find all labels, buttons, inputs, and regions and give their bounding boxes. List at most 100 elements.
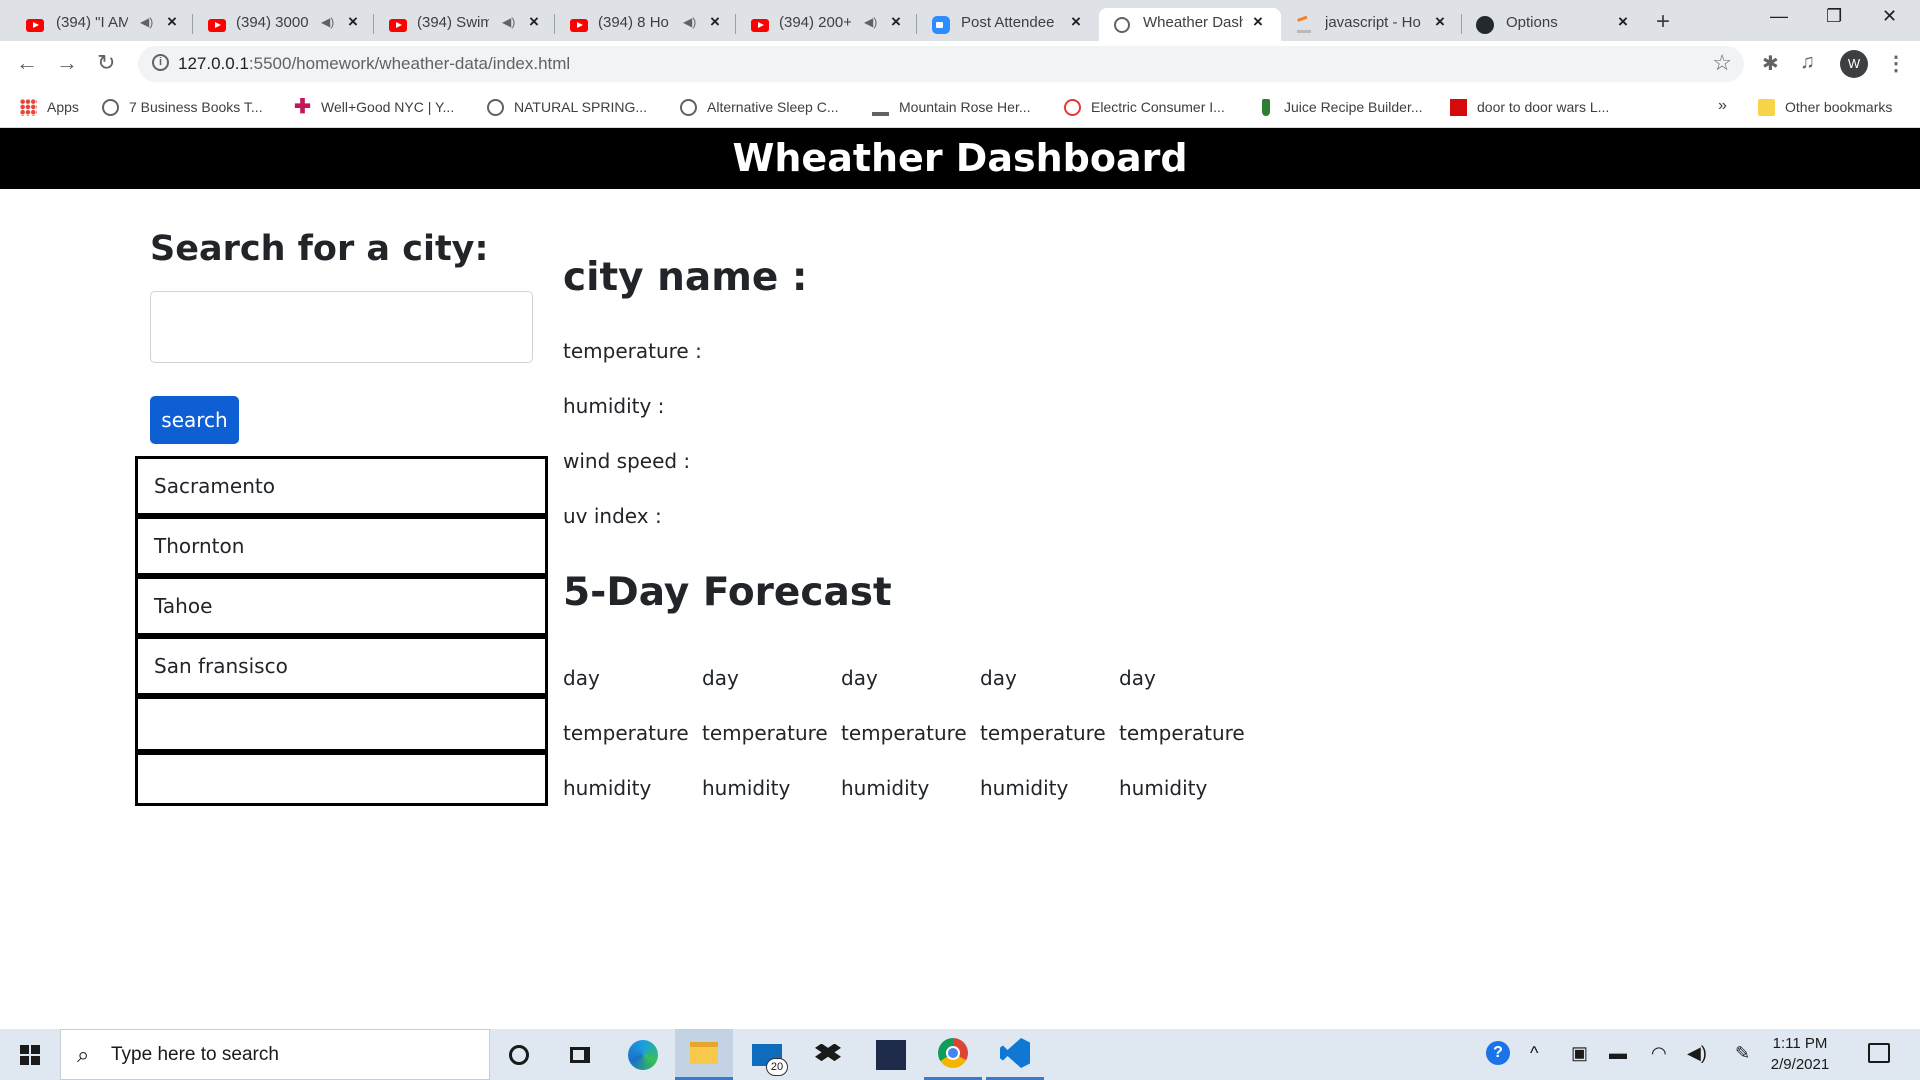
file-explorer-icon[interactable]: [675, 1029, 733, 1080]
other-bookmarks[interactable]: Other bookmarks: [1758, 95, 1892, 119]
speaker-icon[interactable]: ◀): [140, 15, 153, 29]
notifications-icon[interactable]: [1868, 1043, 1890, 1063]
chrome-icon[interactable]: [924, 1029, 982, 1080]
history-item[interactable]: [135, 696, 548, 752]
minimize-icon[interactable]: —: [1770, 6, 1788, 27]
close-tab-icon[interactable]: ×: [1614, 12, 1632, 32]
circle-icon: [1064, 98, 1081, 116]
history-item[interactable]: Thornton: [135, 516, 548, 576]
forecast-day-card: day temperature humidity: [980, 665, 1119, 830]
dropbox-icon[interactable]: [799, 1029, 857, 1080]
mail-badge: 20: [766, 1057, 788, 1076]
tab-title: Post Attendee: [961, 14, 1055, 31]
site-info-icon[interactable]: i: [152, 54, 169, 71]
close-tab-icon[interactable]: ×: [1067, 12, 1085, 32]
city-search-input[interactable]: [150, 291, 533, 363]
battery-icon[interactable]: ▬: [1609, 1043, 1627, 1064]
meet-now-icon[interactable]: ▣: [1571, 1043, 1588, 1064]
bookmark-apps[interactable]: Apps: [20, 95, 79, 119]
bookmark-item[interactable]: Mountain Rose Her...: [872, 95, 1031, 119]
taskbar-search-box[interactable]: ⌕ Type here to search: [60, 1029, 490, 1080]
forecast-day: day: [980, 666, 1017, 690]
browser-tab[interactable]: (394) 8 Ho ◀) ×: [543, 8, 725, 41]
bookmark-item[interactable]: door to door wars L...: [1450, 95, 1609, 119]
browser-tab[interactable]: (394) Swim ◀) ×: [362, 8, 544, 41]
forward-icon[interactable]: →: [56, 50, 78, 76]
globe-icon: [102, 98, 119, 116]
help-icon[interactable]: ?: [1486, 1041, 1510, 1065]
speaker-icon[interactable]: ◀): [321, 15, 334, 29]
volume-icon[interactable]: ◀): [1687, 1043, 1707, 1064]
history-item[interactable]: [135, 752, 548, 806]
powershell-icon[interactable]: [862, 1029, 920, 1080]
profile-avatar[interactable]: W: [1840, 50, 1868, 78]
task-view-icon[interactable]: [551, 1029, 609, 1080]
bookmark-item[interactable]: 7 Business Books T...: [102, 95, 263, 119]
history-item[interactable]: Sacramento: [135, 456, 548, 516]
system-clock[interactable]: 1:11 PM 2/9/2021: [1755, 1033, 1845, 1075]
speaker-icon[interactable]: ◀): [502, 15, 515, 29]
wifi-icon[interactable]: ◠: [1651, 1043, 1667, 1064]
new-tab-icon[interactable]: +: [1656, 8, 1670, 36]
close-tab-icon[interactable]: ×: [706, 12, 724, 32]
close-tab-icon[interactable]: ×: [344, 12, 362, 32]
browser-tab-strip: (394) "I AM ◀) × (394) 3000 ◀) × (394) S…: [0, 0, 1920, 41]
more-bookmarks-icon[interactable]: »: [1718, 97, 1727, 115]
browser-tab-active[interactable]: Wheather Dash ×: [1099, 8, 1281, 41]
city-name-heading: city name :: [563, 255, 808, 300]
close-tab-icon[interactable]: ×: [525, 12, 543, 32]
chrome-menu-icon[interactable]: ⋮: [1886, 51, 1906, 76]
bookmark-item[interactable]: NATURAL SPRING...: [487, 95, 647, 119]
forecast-day: day: [702, 666, 739, 690]
forecast-temperature: temperature: [1119, 721, 1245, 745]
forecast-temperature: temperature: [980, 721, 1106, 745]
browser-tab[interactable]: (394) "I AM ◀) ×: [0, 8, 182, 41]
history-item[interactable]: Tahoe: [135, 576, 548, 636]
url-text[interactable]: 127.0.0.1:5500/homework/wheather-data/in…: [178, 54, 570, 74]
show-hidden-icons-icon[interactable]: ^: [1530, 1043, 1538, 1064]
close-tab-icon[interactable]: ×: [887, 12, 905, 32]
bookmark-label: Electric Consumer I...: [1091, 99, 1225, 115]
bookmark-item[interactable]: Juice Recipe Builder...: [1258, 95, 1423, 119]
restore-icon[interactable]: ❐: [1826, 6, 1842, 27]
history-item[interactable]: San fransisco: [135, 636, 548, 696]
browser-tab[interactable]: Options ×: [1462, 8, 1644, 41]
cortana-icon[interactable]: [490, 1029, 548, 1080]
url-path: :5500/homework/wheather-data/index.html: [248, 54, 571, 73]
media-controls-icon[interactable]: ♫: [1800, 51, 1815, 74]
globe-icon: [680, 98, 697, 116]
tab-title: javascript - Ho: [1325, 14, 1421, 31]
mail-icon[interactable]: 20: [738, 1029, 796, 1080]
browser-tab[interactable]: Post Attendee ×: [905, 8, 1087, 41]
close-tab-icon[interactable]: ×: [163, 12, 181, 32]
bookmark-label: Well+Good NYC | Y...: [321, 99, 455, 115]
close-tab-icon[interactable]: ×: [1249, 12, 1267, 32]
bookmark-item[interactable]: Electric Consumer I...: [1064, 95, 1225, 119]
search-button[interactable]: search: [150, 396, 239, 444]
windows-start-icon[interactable]: [20, 1045, 40, 1065]
humidity-label: humidity :: [563, 394, 665, 418]
address-bar[interactable]: i 127.0.0.1:5500/homework/wheather-data/…: [138, 46, 1744, 82]
speaker-icon[interactable]: ◀): [864, 15, 877, 29]
search-heading: Search for a city:: [150, 229, 489, 269]
browser-tab[interactable]: javascript - Ho ×: [1281, 8, 1463, 41]
bookmark-item[interactable]: ✚ Well+Good NYC | Y...: [294, 95, 454, 119]
pen-icon[interactable]: ✎: [1735, 1043, 1750, 1064]
speaker-icon[interactable]: ◀): [683, 15, 696, 29]
extensions-icon[interactable]: ✱: [1762, 51, 1779, 76]
close-tab-icon[interactable]: ×: [1431, 12, 1449, 32]
browser-tab[interactable]: (394) 200+ ◀) ×: [724, 8, 906, 41]
bookmark-star-icon[interactable]: ☆: [1712, 50, 1732, 76]
edge-icon[interactable]: [614, 1029, 672, 1080]
browser-tab[interactable]: (394) 3000 ◀) ×: [181, 8, 363, 41]
folder-icon: [1758, 98, 1775, 116]
reload-icon[interactable]: ↻: [97, 50, 115, 76]
window-close-icon[interactable]: ✕: [1882, 6, 1897, 27]
bookmarks-bar: Apps 7 Business Books T... ✚ Well+Good N…: [0, 88, 1920, 128]
clock-time: 1:11 PM: [1772, 1035, 1828, 1052]
back-icon[interactable]: ←: [16, 50, 38, 76]
bookmark-item[interactable]: Alternative Sleep C...: [680, 95, 839, 119]
vscode-icon[interactable]: [986, 1029, 1044, 1080]
bookmark-label: Alternative Sleep C...: [707, 99, 839, 115]
url-host: 127.0.0.1: [178, 54, 249, 73]
